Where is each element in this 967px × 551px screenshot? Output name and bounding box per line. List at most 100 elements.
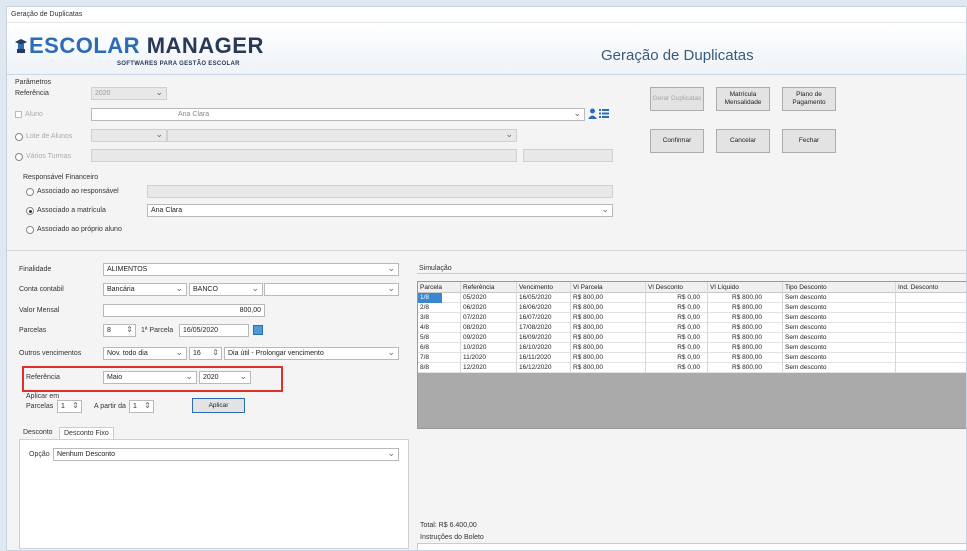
table-cell: Sem desconto bbox=[785, 324, 827, 331]
person-icon[interactable] bbox=[588, 108, 597, 119]
table-cell: Sem desconto bbox=[785, 314, 827, 321]
table-cell bbox=[896, 313, 966, 323]
confirmar-button[interactable]: Confirmar bbox=[650, 129, 704, 153]
instrucoes-textarea[interactable] bbox=[417, 543, 966, 550]
conta-select[interactable]: BANCO bbox=[189, 283, 263, 296]
tab-desconto[interactable]: Desconto bbox=[23, 429, 53, 436]
opcao-select[interactable]: Nenhum Desconto bbox=[53, 448, 399, 461]
table-cell: R$ 800,00 bbox=[732, 364, 762, 371]
col-header[interactable]: Vl Líquido bbox=[708, 284, 758, 291]
col-header[interactable]: Ind. Desconto bbox=[896, 284, 956, 291]
aluno-checkbox[interactable] bbox=[15, 111, 22, 118]
lote-detail-select[interactable] bbox=[167, 129, 517, 142]
col-header[interactable]: Vencimento bbox=[517, 284, 567, 291]
col-header[interactable]: Parcela bbox=[418, 284, 442, 291]
parcelas-stepper[interactable]: 8 bbox=[103, 324, 136, 337]
table-row[interactable]: 8/8 12/2020 16/12/2020 R$ 800,00 R$ 0,00 R$ 8… bbox=[418, 363, 966, 373]
table-cell: R$ 800,00 bbox=[573, 364, 603, 371]
table-cell: Sem desconto bbox=[785, 294, 827, 301]
table-cell: R$ 0,00 bbox=[677, 304, 700, 311]
grid-line bbox=[707, 282, 708, 373]
outros-extra-select[interactable]: Dia útil - Prolongar vencimento bbox=[224, 347, 399, 360]
table-cell: 16/05/2020 bbox=[519, 294, 552, 301]
matricula-button[interactable]: Matrícula Mensalidade bbox=[716, 87, 770, 111]
table-cell: R$ 800,00 bbox=[732, 344, 762, 351]
resp-opt2-label: Associado a matrícula bbox=[37, 207, 106, 214]
valor-input[interactable]: 800,00 bbox=[103, 304, 265, 317]
grid-line bbox=[895, 282, 896, 373]
parcelas2-label: Parcelas bbox=[26, 403, 54, 410]
table-cell: R$ 0,00 bbox=[677, 294, 700, 301]
multi-radio[interactable] bbox=[15, 153, 23, 161]
col-header[interactable]: Vl Desconto bbox=[646, 284, 696, 291]
table-cell: 17/08/2020 bbox=[519, 324, 552, 331]
table-cell: R$ 800,00 bbox=[573, 354, 603, 361]
primeira-label: 1ª Parcela bbox=[141, 327, 174, 334]
ref-year-select[interactable]: 2020 bbox=[199, 371, 251, 384]
col-header[interactable]: Referência bbox=[461, 284, 509, 291]
table-cell: 07/2020 bbox=[463, 314, 487, 321]
referencia-select[interactable]: 2020 bbox=[91, 87, 167, 100]
fechar-button[interactable]: Fechar bbox=[782, 129, 836, 153]
table-cell: 16/12/2020 bbox=[519, 364, 552, 371]
parcelas2-stepper[interactable]: 1 bbox=[57, 400, 82, 413]
table-cell: R$ 800,00 bbox=[573, 314, 603, 321]
table-cell: R$ 0,00 bbox=[677, 364, 700, 371]
resp-radio-3[interactable] bbox=[26, 226, 34, 234]
primeira-date-input[interactable]: 16/05/2020 bbox=[179, 324, 249, 337]
table-cell: 8/8 bbox=[420, 364, 430, 371]
table-cell: R$ 800,00 bbox=[573, 294, 603, 301]
grid-header: Parcela Referência Vencimento Vl Parcela… bbox=[418, 282, 966, 293]
table-cell: Sem desconto bbox=[785, 354, 827, 361]
table-cell: 12/2020 bbox=[463, 364, 487, 371]
gerar-button[interactable]: Gerar Duplicatas bbox=[650, 87, 704, 111]
table-row[interactable]: 3/8 07/2020 16/07/2020 R$ 800,00 R$ 0,00 R$ 8… bbox=[418, 313, 966, 323]
lote-label: Lote de Alunos bbox=[26, 133, 73, 140]
table-cell: 11/2020 bbox=[463, 354, 487, 361]
finalidade-select[interactable]: ALIMENTOS bbox=[103, 263, 399, 276]
table-row[interactable]: 6/8 10/2020 16/10/2020 R$ 800,00 R$ 0,00 R$ 8… bbox=[418, 343, 966, 353]
ref-month-select[interactable]: Maio bbox=[103, 371, 197, 384]
table-cell: 16/06/2020 bbox=[519, 304, 552, 311]
col-header[interactable]: Tipo Desconto bbox=[783, 284, 843, 291]
grid-line bbox=[460, 282, 461, 373]
table-cell: 08/2020 bbox=[463, 324, 487, 331]
conta-type-select[interactable]: Bancária bbox=[103, 283, 187, 296]
resp-radio-1[interactable] bbox=[26, 188, 34, 196]
resp-opt1-field[interactable] bbox=[147, 185, 613, 198]
calendar-icon[interactable] bbox=[253, 325, 263, 335]
multi-field[interactable] bbox=[91, 149, 517, 162]
table-row[interactable]: 5/8 09/2020 16/09/2020 R$ 800,00 R$ 0,00 R$ 8… bbox=[418, 333, 966, 343]
simulacao-grid[interactable]: Parcela Referência Vencimento Vl Parcela… bbox=[417, 281, 966, 429]
table-row[interactable]: 1/8 05/2020 16/05/2020 R$ 800,00 R$ 0,00 R$ 8… bbox=[418, 293, 966, 303]
table-cell: 7/8 bbox=[420, 354, 430, 361]
conta-detail-select[interactable] bbox=[264, 283, 399, 296]
table-cell: Sem desconto bbox=[785, 334, 827, 341]
table-cell: R$ 800,00 bbox=[732, 304, 762, 311]
section-divider bbox=[7, 250, 966, 251]
lote-radio[interactable] bbox=[15, 133, 23, 141]
plano-button[interactable]: Plano de Pagamento bbox=[782, 87, 836, 111]
table-cell: 16/09/2020 bbox=[519, 334, 552, 341]
grid-line bbox=[570, 282, 571, 373]
outros-day-stepper[interactable]: 16 bbox=[189, 347, 222, 360]
multi-extra-field[interactable] bbox=[523, 149, 613, 162]
table-cell: R$ 0,00 bbox=[677, 344, 700, 351]
parcelas-label: Parcelas bbox=[19, 327, 47, 334]
lote-select[interactable] bbox=[91, 129, 167, 142]
aplicar-button[interactable]: Aplicar bbox=[192, 398, 245, 413]
grid-line bbox=[645, 282, 646, 373]
col-header[interactable]: Vl Parcela bbox=[571, 284, 621, 291]
table-row[interactable]: 4/8 08/2020 17/08/2020 R$ 800,00 R$ 0,00 R$ 8… bbox=[418, 323, 966, 333]
resp-opt2-select[interactable]: Ana Clara bbox=[147, 204, 613, 217]
table-row[interactable]: 7/8 11/2020 16/11/2020 R$ 800,00 R$ 0,00 R$ 8… bbox=[418, 353, 966, 363]
tab-desconto-fixo[interactable]: Desconto Fixo bbox=[59, 427, 114, 439]
resp-radio-2[interactable] bbox=[26, 207, 34, 215]
cancelar-button[interactable]: Cancelar bbox=[716, 129, 770, 153]
aluno-select[interactable]: Ana Clara bbox=[91, 108, 585, 121]
table-row[interactable]: 2/8 06/2020 16/06/2020 R$ 800,00 R$ 0,00 R$ 8… bbox=[418, 303, 966, 313]
table-cell: R$ 0,00 bbox=[677, 334, 700, 341]
list-icon[interactable] bbox=[599, 109, 609, 118]
outros-select[interactable]: Nov. todo dia bbox=[103, 347, 187, 360]
apartir-stepper[interactable]: 1 bbox=[129, 400, 154, 413]
